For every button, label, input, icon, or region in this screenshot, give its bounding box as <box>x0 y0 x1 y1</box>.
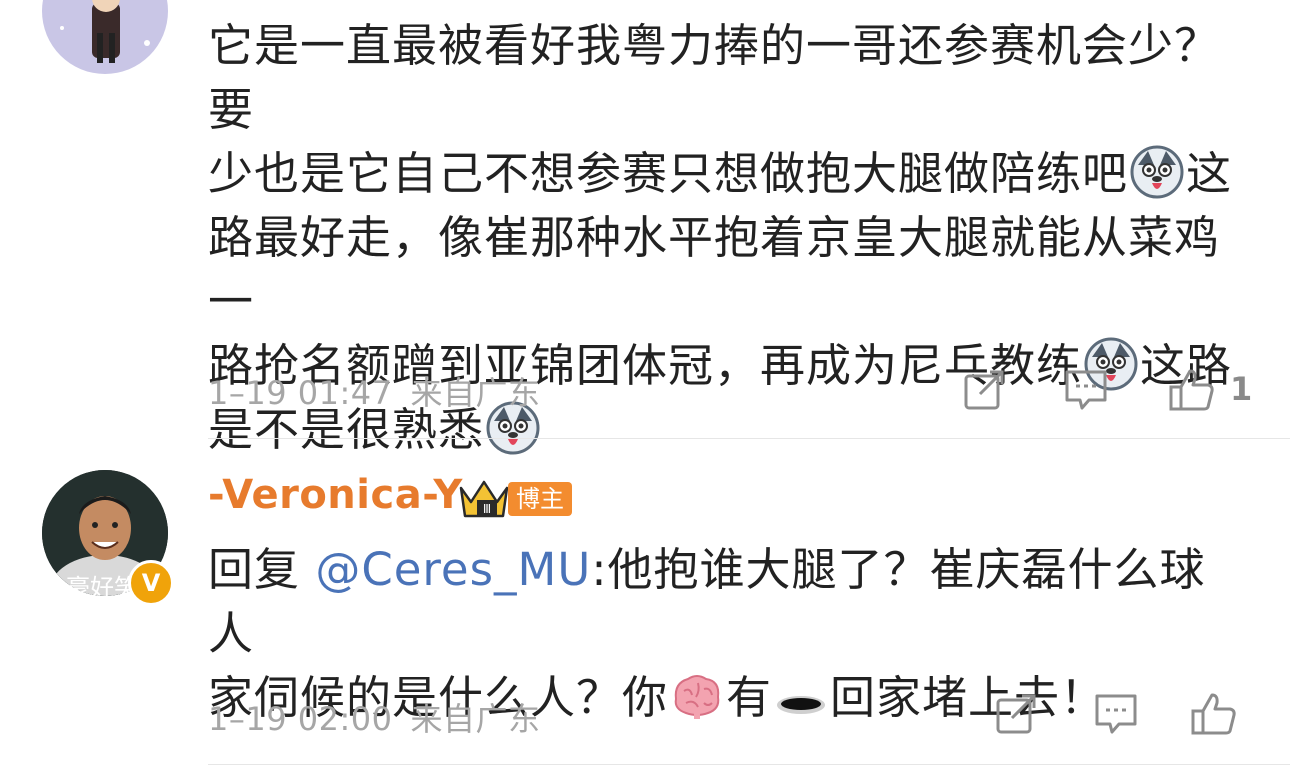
share-edit-icon <box>996 694 1036 734</box>
location: 来自广东 <box>410 700 541 738</box>
timestamp: 1–19 02:00 <box>208 700 393 738</box>
comment-button[interactable] <box>1088 686 1144 742</box>
svg-text:Ⅲ: Ⅲ <box>483 502 491 516</box>
thumbs-up-icon <box>1191 693 1236 735</box>
verified-badge: V <box>128 560 174 606</box>
comment-meta: 1–19 02:00 来自广东 <box>208 694 558 740</box>
blogger-badge: 博主 <box>508 482 572 516</box>
mention-link[interactable]: @Ceres_MU <box>315 543 591 596</box>
repost-button[interactable] <box>988 686 1044 742</box>
username[interactable]: -Veronica-Y <box>208 472 463 518</box>
comment-icon <box>1095 694 1137 734</box>
crown-rank-icon: Ⅲ <box>459 480 509 518</box>
brain-emoji-icon <box>674 675 720 719</box>
comment-item: 豪好笑 V -Veronica-Y Ⅲ 博主 回复 @Ceres_MU:他抱谁大… <box>0 0 1290 784</box>
comment-actions <box>982 686 1282 742</box>
divider <box>208 764 1290 765</box>
hole-emoji-icon <box>777 696 826 714</box>
like-button[interactable] <box>1186 686 1242 742</box>
